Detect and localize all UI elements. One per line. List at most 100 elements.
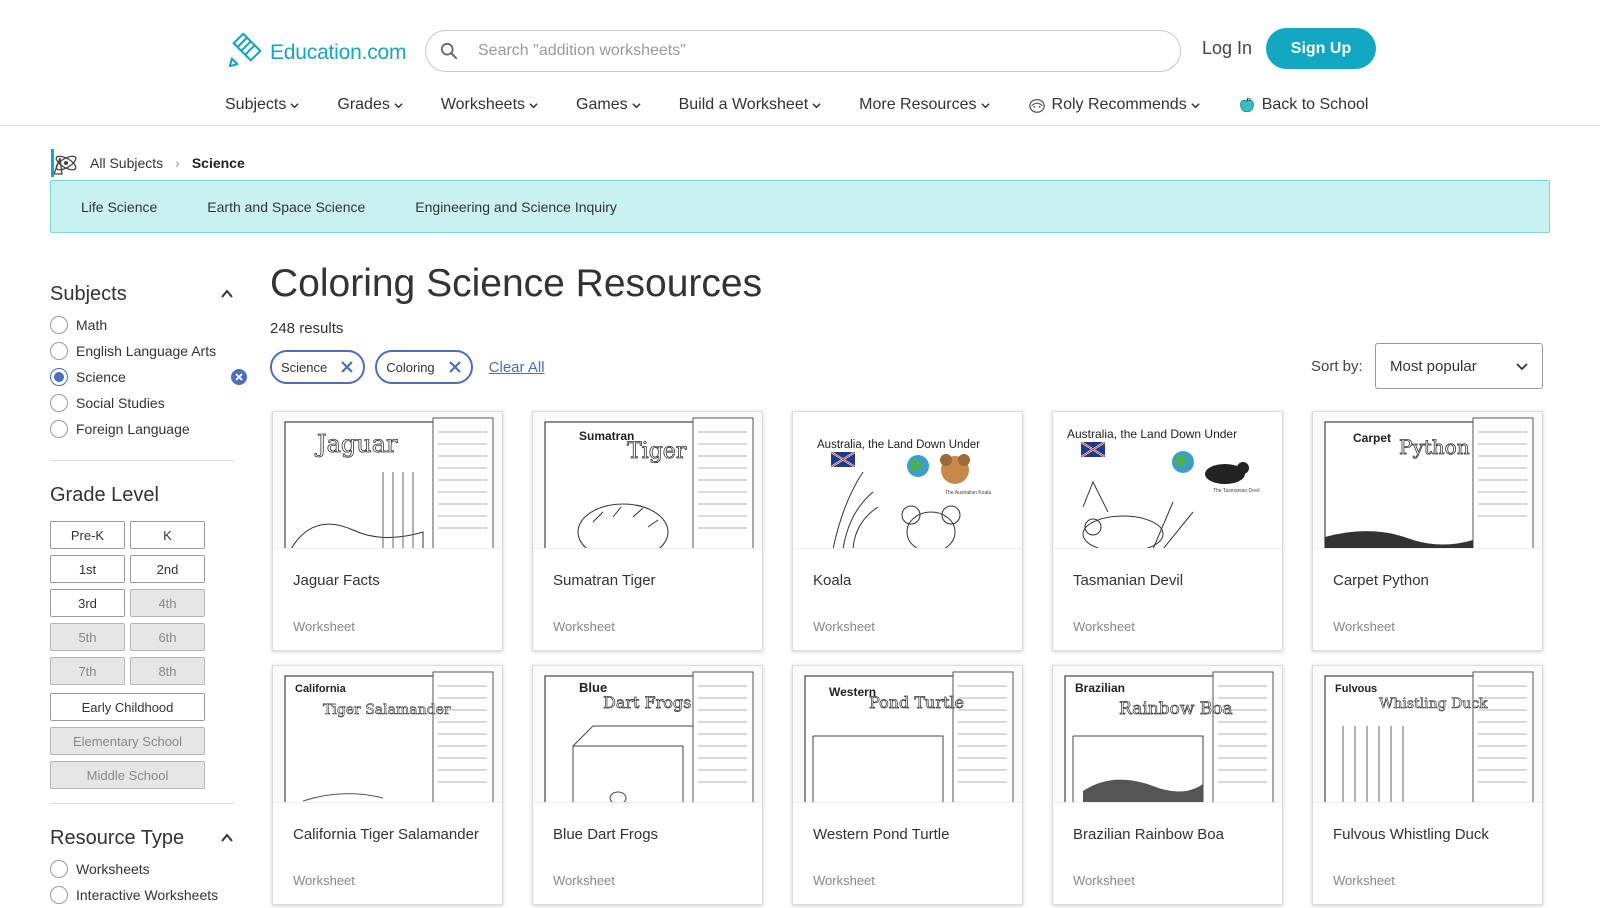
breadcrumb-separator: › xyxy=(175,155,180,171)
grade-button[interactable]: 3rd xyxy=(50,589,125,617)
card-type: Worksheet xyxy=(553,619,615,634)
worksheet-card[interactable]: Brazilian Rainbow Boa Brazilian Rainbow … xyxy=(1052,665,1283,905)
radio-button-checked[interactable] xyxy=(50,368,68,386)
nav-label: Games xyxy=(576,96,628,113)
nav-label: Grades xyxy=(337,96,390,113)
grade-button[interactable]: 1st xyxy=(50,555,125,583)
worksheet-thumbnail: Brazilian Rainbow Boa xyxy=(1053,666,1282,803)
card-type: Worksheet xyxy=(1073,619,1135,634)
nav-label: Build a Worksheet xyxy=(678,96,809,113)
grade-button[interactable]: Pre-K xyxy=(50,521,125,549)
grade-button[interactable]: 2nd xyxy=(130,555,205,583)
thumbnail-heading: Dart Frogs xyxy=(603,693,691,712)
search-input[interactable] xyxy=(476,41,1156,61)
worksheet-preview: Australia, the Land Down Under The Austr… xyxy=(817,439,991,548)
nav-label: Subjects xyxy=(225,96,287,113)
tab-earth-space-science[interactable]: Earth and Space Science xyxy=(207,199,365,215)
remove-filter-icon[interactable] xyxy=(341,361,354,373)
login-link[interactable]: Log In xyxy=(1202,38,1252,59)
worksheet-card[interactable]: California Tiger Salamander California T… xyxy=(272,665,503,905)
filter-chip-coloring[interactable]: Coloring xyxy=(375,350,473,384)
nav-label: Roly Recommends xyxy=(1051,96,1187,113)
logo-text: Education.com xyxy=(270,41,407,64)
search-bar[interactable] xyxy=(425,30,1181,72)
worksheet-card[interactable]: Fulvous Whistling Duck Fulvous Whistling… xyxy=(1312,665,1543,905)
thumbnail-heading: Python xyxy=(1399,435,1470,459)
card-title[interactable]: Jaguar Facts xyxy=(293,572,488,590)
results-count: 248 results xyxy=(270,320,344,337)
signup-button[interactable]: Sign Up xyxy=(1266,28,1376,69)
nav-build-worksheet[interactable]: Build a Worksheet xyxy=(679,96,822,114)
sidebar-divider xyxy=(50,803,235,804)
nav-grades[interactable]: Grades xyxy=(337,96,403,114)
worksheet-card[interactable]: Jaguar Jaguar Facts Worksheet xyxy=(272,411,503,651)
nav-back-to-school[interactable]: Back to School xyxy=(1238,96,1369,114)
radio-button[interactable] xyxy=(50,420,68,438)
nav-subjects[interactable]: Subjects xyxy=(225,96,299,114)
worksheet-thumbnail: Blue Dart Frogs xyxy=(533,666,762,803)
card-title[interactable]: Koala xyxy=(813,572,1008,590)
resource-type-filter-header[interactable]: Resource Type xyxy=(50,824,240,852)
subject-option-foreign-language[interactable]: Foreign Language xyxy=(50,416,240,442)
card-type: Worksheet xyxy=(293,619,355,634)
card-title[interactable]: Tasmanian Devil xyxy=(1073,572,1268,590)
subject-option-ela[interactable]: English Language Arts xyxy=(50,338,240,364)
clear-filter-icon[interactable] xyxy=(230,368,248,386)
card-title[interactable]: Brazilian Rainbow Boa xyxy=(1073,826,1268,844)
resource-option-label: Worksheets xyxy=(76,861,150,877)
subjects-filter-header[interactable]: Subjects xyxy=(50,280,240,308)
radio-button[interactable] xyxy=(50,316,68,334)
resource-option-worksheets[interactable]: Worksheets xyxy=(50,856,240,882)
radio-button[interactable] xyxy=(50,886,68,904)
card-title[interactable]: California Tiger Salamander xyxy=(293,826,488,844)
sort-dropdown[interactable]: Most popular xyxy=(1375,343,1543,389)
thumbnail-subheading: Brazilian xyxy=(1075,681,1125,695)
nav-games[interactable]: Games xyxy=(576,96,641,114)
tab-life-science[interactable]: Life Science xyxy=(81,199,157,215)
chevron-up-icon xyxy=(221,833,233,842)
radio-button[interactable] xyxy=(50,394,68,412)
clear-all-link[interactable]: Clear All xyxy=(489,359,545,376)
science-atom-icon xyxy=(51,149,79,177)
logo[interactable]: Education.com xyxy=(228,28,407,68)
radio-button[interactable] xyxy=(50,342,68,360)
worksheet-card[interactable]: Sumatran Tiger Sumatran Tiger Worksheet xyxy=(532,411,763,651)
grade-filter-header: Grade Level xyxy=(50,481,240,509)
subjects-filter-title: Subjects xyxy=(50,282,127,305)
apple-icon xyxy=(1239,97,1254,112)
chevron-down-icon xyxy=(980,102,990,108)
subject-option-social-studies[interactable]: Social Studies xyxy=(50,390,240,416)
subject-option-science[interactable]: Science xyxy=(50,364,247,390)
resource-option-interactive[interactable]: Interactive Worksheets xyxy=(50,882,240,908)
worksheet-card[interactable]: Western Pond Turtle Western Pond Turtle … xyxy=(792,665,1023,905)
worksheet-card[interactable]: Australia, the Land Down Under The Austr… xyxy=(792,411,1023,651)
card-title[interactable]: Sumatran Tiger xyxy=(553,572,748,590)
worksheet-card[interactable]: Carpet Python Carpet Python Worksheet xyxy=(1312,411,1543,651)
nav-roly-recommends[interactable]: Roly Recommends xyxy=(1028,96,1200,114)
grade-button-disabled: 5th xyxy=(50,623,125,651)
breadcrumb-all-subjects[interactable]: All Subjects xyxy=(90,155,163,171)
breadcrumb-current[interactable]: Science xyxy=(191,155,245,183)
worksheet-card[interactable]: Blue Dart Frogs Blue Dart Frogs Workshee… xyxy=(532,665,763,905)
nav-worksheets[interactable]: Worksheets xyxy=(441,96,538,114)
subject-option-math[interactable]: Math xyxy=(50,312,240,338)
grade-group-early-childhood[interactable]: Early Childhood xyxy=(50,693,205,721)
card-type: Worksheet xyxy=(813,873,875,888)
card-title[interactable]: Carpet Python xyxy=(1333,572,1528,590)
card-title[interactable]: Western Pond Turtle xyxy=(813,826,1008,844)
radio-button[interactable] xyxy=(50,860,68,878)
grade-button-disabled: 4th xyxy=(130,589,205,617)
card-title[interactable]: Blue Dart Frogs xyxy=(553,826,748,844)
worksheet-card[interactable]: Australia, the Land Down Under The Tasma… xyxy=(1052,411,1283,651)
remove-filter-icon[interactable] xyxy=(448,361,461,373)
card-title[interactable]: Fulvous Whistling Duck xyxy=(1333,826,1528,844)
nav-more-resources[interactable]: More Resources xyxy=(859,96,990,114)
nav-label: Back to School xyxy=(1261,96,1369,113)
results-grid: Jaguar Jaguar Facts Worksheet Sumatran T… xyxy=(272,411,1543,905)
filter-chip-science[interactable]: Science xyxy=(270,350,366,384)
tab-engineering-inquiry[interactable]: Engineering and Science Inquiry xyxy=(415,199,617,215)
grade-button[interactable]: K xyxy=(130,521,205,549)
worksheet-thumbnail: Western Pond Turtle xyxy=(793,666,1022,803)
chevron-down-icon xyxy=(632,102,641,108)
thumbnail-heading: Whistling Duck xyxy=(1379,696,1488,712)
